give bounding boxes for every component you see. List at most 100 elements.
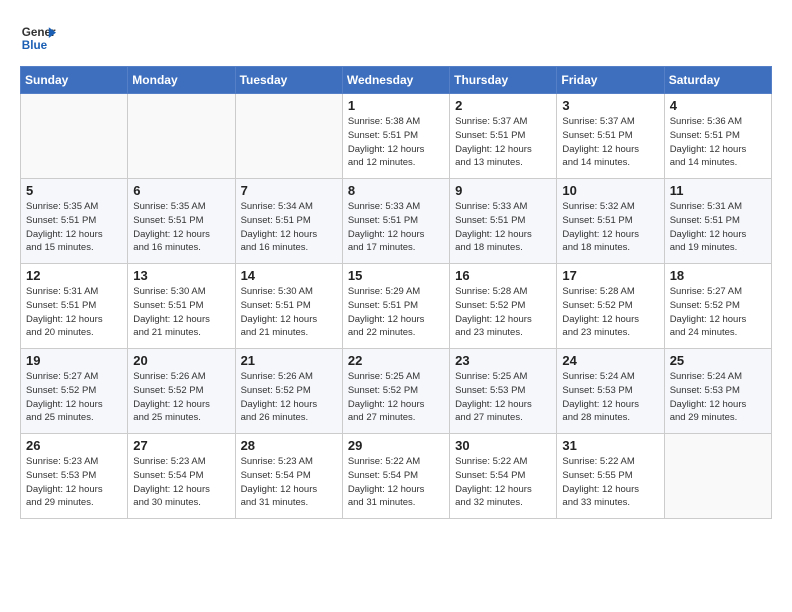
calendar-cell: 6 Sunrise: 5:35 AM Sunset: 5:51 PM Daylig…	[128, 179, 235, 264]
calendar-cell: 14Sunrise: 5:30 AM Sunset: 5:51 PM Dayli…	[235, 264, 342, 349]
day-number: 8	[348, 183, 444, 198]
day-info: Sunrise: 5:24 AM Sunset: 5:53 PM Dayligh…	[670, 370, 766, 425]
day-number: 11	[670, 183, 766, 198]
calendar-cell: 7 Sunrise: 5:34 AM Sunset: 5:51 PM Daylig…	[235, 179, 342, 264]
day-info: Sunrise: 5:22 AM Sunset: 5:55 PM Dayligh…	[562, 455, 658, 510]
day-info: Sunrise: 5:28 AM Sunset: 5:52 PM Dayligh…	[455, 285, 551, 340]
calendar-cell: 1 Sunrise: 5:38 AM Sunset: 5:51 PM Daylig…	[342, 94, 449, 179]
calendar-cell: 29 Sunrise: 5:22 AM Sunset: 5:54 PM Dayli…	[342, 434, 449, 519]
day-info: Sunrise: 5:37 AM Sunset: 5:51 PM Dayligh…	[562, 115, 658, 170]
day-info: Sunrise: 5:38 AM Sunset: 5:51 PM Dayligh…	[348, 115, 444, 170]
calendar-cell: 26 Sunrise: 5:23 AM Sunset: 5:53 PM Dayli…	[21, 434, 128, 519]
day-number: 22	[348, 353, 444, 368]
day-number: 13	[133, 268, 229, 283]
calendar-week-5: 26 Sunrise: 5:23 AM Sunset: 5:53 PM Dayli…	[21, 434, 772, 519]
day-number: 24	[562, 353, 658, 368]
calendar-cell: 16 Sunrise: 5:28 AM Sunset: 5:52 PM Dayli…	[450, 264, 557, 349]
calendar-cell: 17 Sunrise: 5:28 AM Sunset: 5:52 PM Dayli…	[557, 264, 664, 349]
column-header-thursday: Thursday	[450, 67, 557, 94]
day-number: 19	[26, 353, 122, 368]
day-info: Sunrise: 5:35 AM Sunset: 5:51 PM Dayligh…	[26, 200, 122, 255]
day-number: 27	[133, 438, 229, 453]
day-number: 1	[348, 98, 444, 113]
calendar-cell: 20 Sunrise: 5:26 AM Sunset: 5:52 PM Dayli…	[128, 349, 235, 434]
day-info: Sunrise: 5:32 AM Sunset: 5:51 PM Dayligh…	[562, 200, 658, 255]
day-info: Sunrise: 5:22 AM Sunset: 5:54 PM Dayligh…	[348, 455, 444, 510]
logo-icon: General Blue	[20, 20, 56, 56]
calendar-cell: 25 Sunrise: 5:24 AM Sunset: 5:53 PM Dayli…	[664, 349, 771, 434]
calendar-cell: 10 Sunrise: 5:32 AM Sunset: 5:51 PM Dayli…	[557, 179, 664, 264]
day-info: Sunrise: 5:28 AM Sunset: 5:52 PM Dayligh…	[562, 285, 658, 340]
day-info: Sunrise: 5:26 AM Sunset: 5:52 PM Dayligh…	[133, 370, 229, 425]
day-number: 17	[562, 268, 658, 283]
day-number: 6	[133, 183, 229, 198]
day-number: 26	[26, 438, 122, 453]
day-info: Sunrise: 5:36 AM Sunset: 5:51 PM Dayligh…	[670, 115, 766, 170]
day-number: 16	[455, 268, 551, 283]
day-number: 30	[455, 438, 551, 453]
day-info: Sunrise: 5:31 AM Sunset: 5:51 PM Dayligh…	[26, 285, 122, 340]
calendar-cell: 24 Sunrise: 5:24 AM Sunset: 5:53 PM Dayli…	[557, 349, 664, 434]
calendar-cell: 2 Sunrise: 5:37 AM Sunset: 5:51 PM Daylig…	[450, 94, 557, 179]
day-info: Sunrise: 5:26 AM Sunset: 5:52 PM Dayligh…	[241, 370, 337, 425]
day-info: Sunrise: 5:37 AM Sunset: 5:51 PM Dayligh…	[455, 115, 551, 170]
calendar-cell: 27 Sunrise: 5:23 AM Sunset: 5:54 PM Dayli…	[128, 434, 235, 519]
calendar-cell: 28 Sunrise: 5:23 AM Sunset: 5:54 PM Dayli…	[235, 434, 342, 519]
calendar-cell: 5 Sunrise: 5:35 AM Sunset: 5:51 PM Daylig…	[21, 179, 128, 264]
column-header-tuesday: Tuesday	[235, 67, 342, 94]
calendar-cell: 4 Sunrise: 5:36 AM Sunset: 5:51 PM Daylig…	[664, 94, 771, 179]
day-number: 2	[455, 98, 551, 113]
day-number: 9	[455, 183, 551, 198]
calendar-cell	[21, 94, 128, 179]
calendar-cell: 9 Sunrise: 5:33 AM Sunset: 5:51 PM Daylig…	[450, 179, 557, 264]
column-header-wednesday: Wednesday	[342, 67, 449, 94]
day-info: Sunrise: 5:24 AM Sunset: 5:53 PM Dayligh…	[562, 370, 658, 425]
day-info: Sunrise: 5:33 AM Sunset: 5:51 PM Dayligh…	[455, 200, 551, 255]
calendar-header: SundayMondayTuesdayWednesdayThursdayFrid…	[21, 67, 772, 94]
day-info: Sunrise: 5:30 AM Sunset: 5:51 PM Dayligh…	[133, 285, 229, 340]
day-number: 7	[241, 183, 337, 198]
day-number: 3	[562, 98, 658, 113]
day-number: 4	[670, 98, 766, 113]
day-info: Sunrise: 5:34 AM Sunset: 5:51 PM Dayligh…	[241, 200, 337, 255]
calendar-cell: 19 Sunrise: 5:27 AM Sunset: 5:52 PM Dayli…	[21, 349, 128, 434]
calendar-week-3: 12 Sunrise: 5:31 AM Sunset: 5:51 PM Dayli…	[21, 264, 772, 349]
calendar-cell: 30Sunrise: 5:22 AM Sunset: 5:54 PM Dayli…	[450, 434, 557, 519]
column-header-monday: Monday	[128, 67, 235, 94]
column-header-saturday: Saturday	[664, 67, 771, 94]
day-info: Sunrise: 5:33 AM Sunset: 5:51 PM Dayligh…	[348, 200, 444, 255]
day-number: 23	[455, 353, 551, 368]
day-number: 25	[670, 353, 766, 368]
calendar-cell	[128, 94, 235, 179]
calendar-cell	[235, 94, 342, 179]
day-number: 5	[26, 183, 122, 198]
calendar-cell: 13 Sunrise: 5:30 AM Sunset: 5:51 PM Dayli…	[128, 264, 235, 349]
day-info: Sunrise: 5:27 AM Sunset: 5:52 PM Dayligh…	[26, 370, 122, 425]
calendar-cell: 11 Sunrise: 5:31 AM Sunset: 5:51 PM Dayli…	[664, 179, 771, 264]
day-info: Sunrise: 5:23 AM Sunset: 5:53 PM Dayligh…	[26, 455, 122, 510]
day-number: 29	[348, 438, 444, 453]
day-number: 18	[670, 268, 766, 283]
day-info: Sunrise: 5:25 AM Sunset: 5:52 PM Dayligh…	[348, 370, 444, 425]
calendar-cell: 18 Sunrise: 5:27 AM Sunset: 5:52 PM Dayli…	[664, 264, 771, 349]
day-number: 28	[241, 438, 337, 453]
day-info: Sunrise: 5:25 AM Sunset: 5:53 PM Dayligh…	[455, 370, 551, 425]
calendar-cell: 3 Sunrise: 5:37 AM Sunset: 5:51 PM Daylig…	[557, 94, 664, 179]
day-number: 10	[562, 183, 658, 198]
day-info: Sunrise: 5:27 AM Sunset: 5:52 PM Dayligh…	[670, 285, 766, 340]
calendar-table: SundayMondayTuesdayWednesdayThursdayFrid…	[20, 66, 772, 519]
page-header: General Blue	[20, 20, 772, 56]
day-number: 12	[26, 268, 122, 283]
calendar-cell: 23 Sunrise: 5:25 AM Sunset: 5:53 PM Dayli…	[450, 349, 557, 434]
logo: General Blue	[20, 20, 56, 56]
day-info: Sunrise: 5:23 AM Sunset: 5:54 PM Dayligh…	[133, 455, 229, 510]
day-number: 15	[348, 268, 444, 283]
day-number: 20	[133, 353, 229, 368]
day-number: 21	[241, 353, 337, 368]
day-info: Sunrise: 5:23 AM Sunset: 5:54 PM Dayligh…	[241, 455, 337, 510]
calendar-week-4: 19 Sunrise: 5:27 AM Sunset: 5:52 PM Dayli…	[21, 349, 772, 434]
day-info: Sunrise: 5:35 AM Sunset: 5:51 PM Dayligh…	[133, 200, 229, 255]
calendar-cell: 8 Sunrise: 5:33 AM Sunset: 5:51 PM Daylig…	[342, 179, 449, 264]
day-info: Sunrise: 5:31 AM Sunset: 5:51 PM Dayligh…	[670, 200, 766, 255]
calendar-cell: 12 Sunrise: 5:31 AM Sunset: 5:51 PM Dayli…	[21, 264, 128, 349]
